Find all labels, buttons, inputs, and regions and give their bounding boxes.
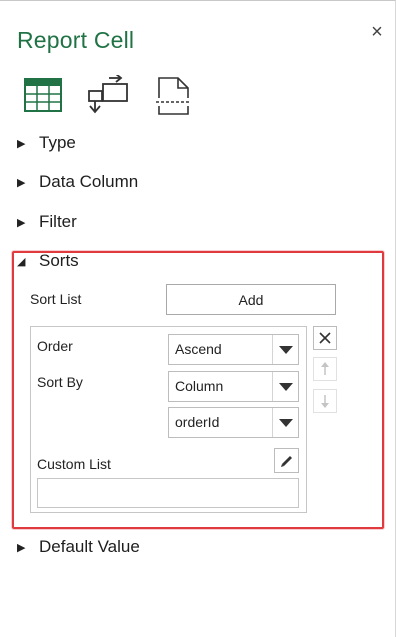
- report-cell-panel: Report Cell × ▶ Type ▶ Data Column ▶ Fil…: [0, 0, 396, 637]
- section-default-value-label: Default Value: [39, 537, 140, 556]
- close-icon[interactable]: ×: [366, 21, 388, 43]
- arrow-down-icon: [321, 395, 329, 408]
- arrow-up-icon: [321, 362, 329, 375]
- section-filter-label: Filter: [39, 212, 77, 231]
- collapse-triangle-icon: ◢: [17, 255, 26, 268]
- expand-triangle-icon: ▶: [17, 541, 26, 554]
- edit-custom-list-button[interactable]: [274, 448, 299, 473]
- chevron-down-icon: [272, 408, 298, 437]
- expand-triangle-icon: ▶: [17, 216, 26, 229]
- chevron-down-icon: [272, 372, 298, 401]
- order-value: Ascend: [175, 341, 222, 357]
- section-sorts-label: Sorts: [39, 251, 79, 270]
- table-grid-icon[interactable]: [24, 78, 62, 112]
- order-dropdown[interactable]: Ascend: [168, 334, 299, 365]
- custom-list-label: Custom List: [37, 456, 111, 472]
- remove-sort-button[interactable]: [313, 326, 337, 350]
- section-data-column-label: Data Column: [39, 172, 139, 191]
- sort-column-value: orderId: [175, 414, 220, 430]
- section-type-label: Type: [39, 133, 76, 152]
- sort-by-label: Sort By: [37, 374, 83, 390]
- section-type[interactable]: ▶ Type: [17, 133, 76, 153]
- sort-by-dropdown[interactable]: Column: [168, 371, 299, 402]
- section-data-column[interactable]: ▶ Data Column: [17, 172, 138, 192]
- expand-triangle-icon: ▶: [17, 176, 26, 189]
- close-icon: [319, 332, 331, 344]
- move-down-button[interactable]: [313, 389, 337, 413]
- panel-title: Report Cell: [17, 27, 135, 53]
- add-sort-button[interactable]: Add: [166, 284, 336, 315]
- sort-by-value: Column: [175, 378, 224, 394]
- section-filter[interactable]: ▶ Filter: [17, 212, 77, 232]
- page-layout-icon[interactable]: [156, 76, 192, 116]
- custom-list-field[interactable]: [37, 478, 299, 508]
- pencil-icon: [280, 455, 292, 467]
- order-label: Order: [37, 338, 73, 354]
- swap-rows-icon[interactable]: [86, 73, 130, 117]
- chevron-down-icon: [272, 335, 298, 364]
- sort-list-label: Sort List: [30, 291, 82, 307]
- section-sorts[interactable]: ◢ Sorts: [17, 251, 79, 271]
- expand-triangle-icon: ▶: [17, 137, 26, 150]
- sort-column-dropdown[interactable]: orderId: [168, 407, 299, 438]
- move-up-button[interactable]: [313, 357, 337, 381]
- section-default-value[interactable]: ▶ Default Value: [17, 537, 140, 557]
